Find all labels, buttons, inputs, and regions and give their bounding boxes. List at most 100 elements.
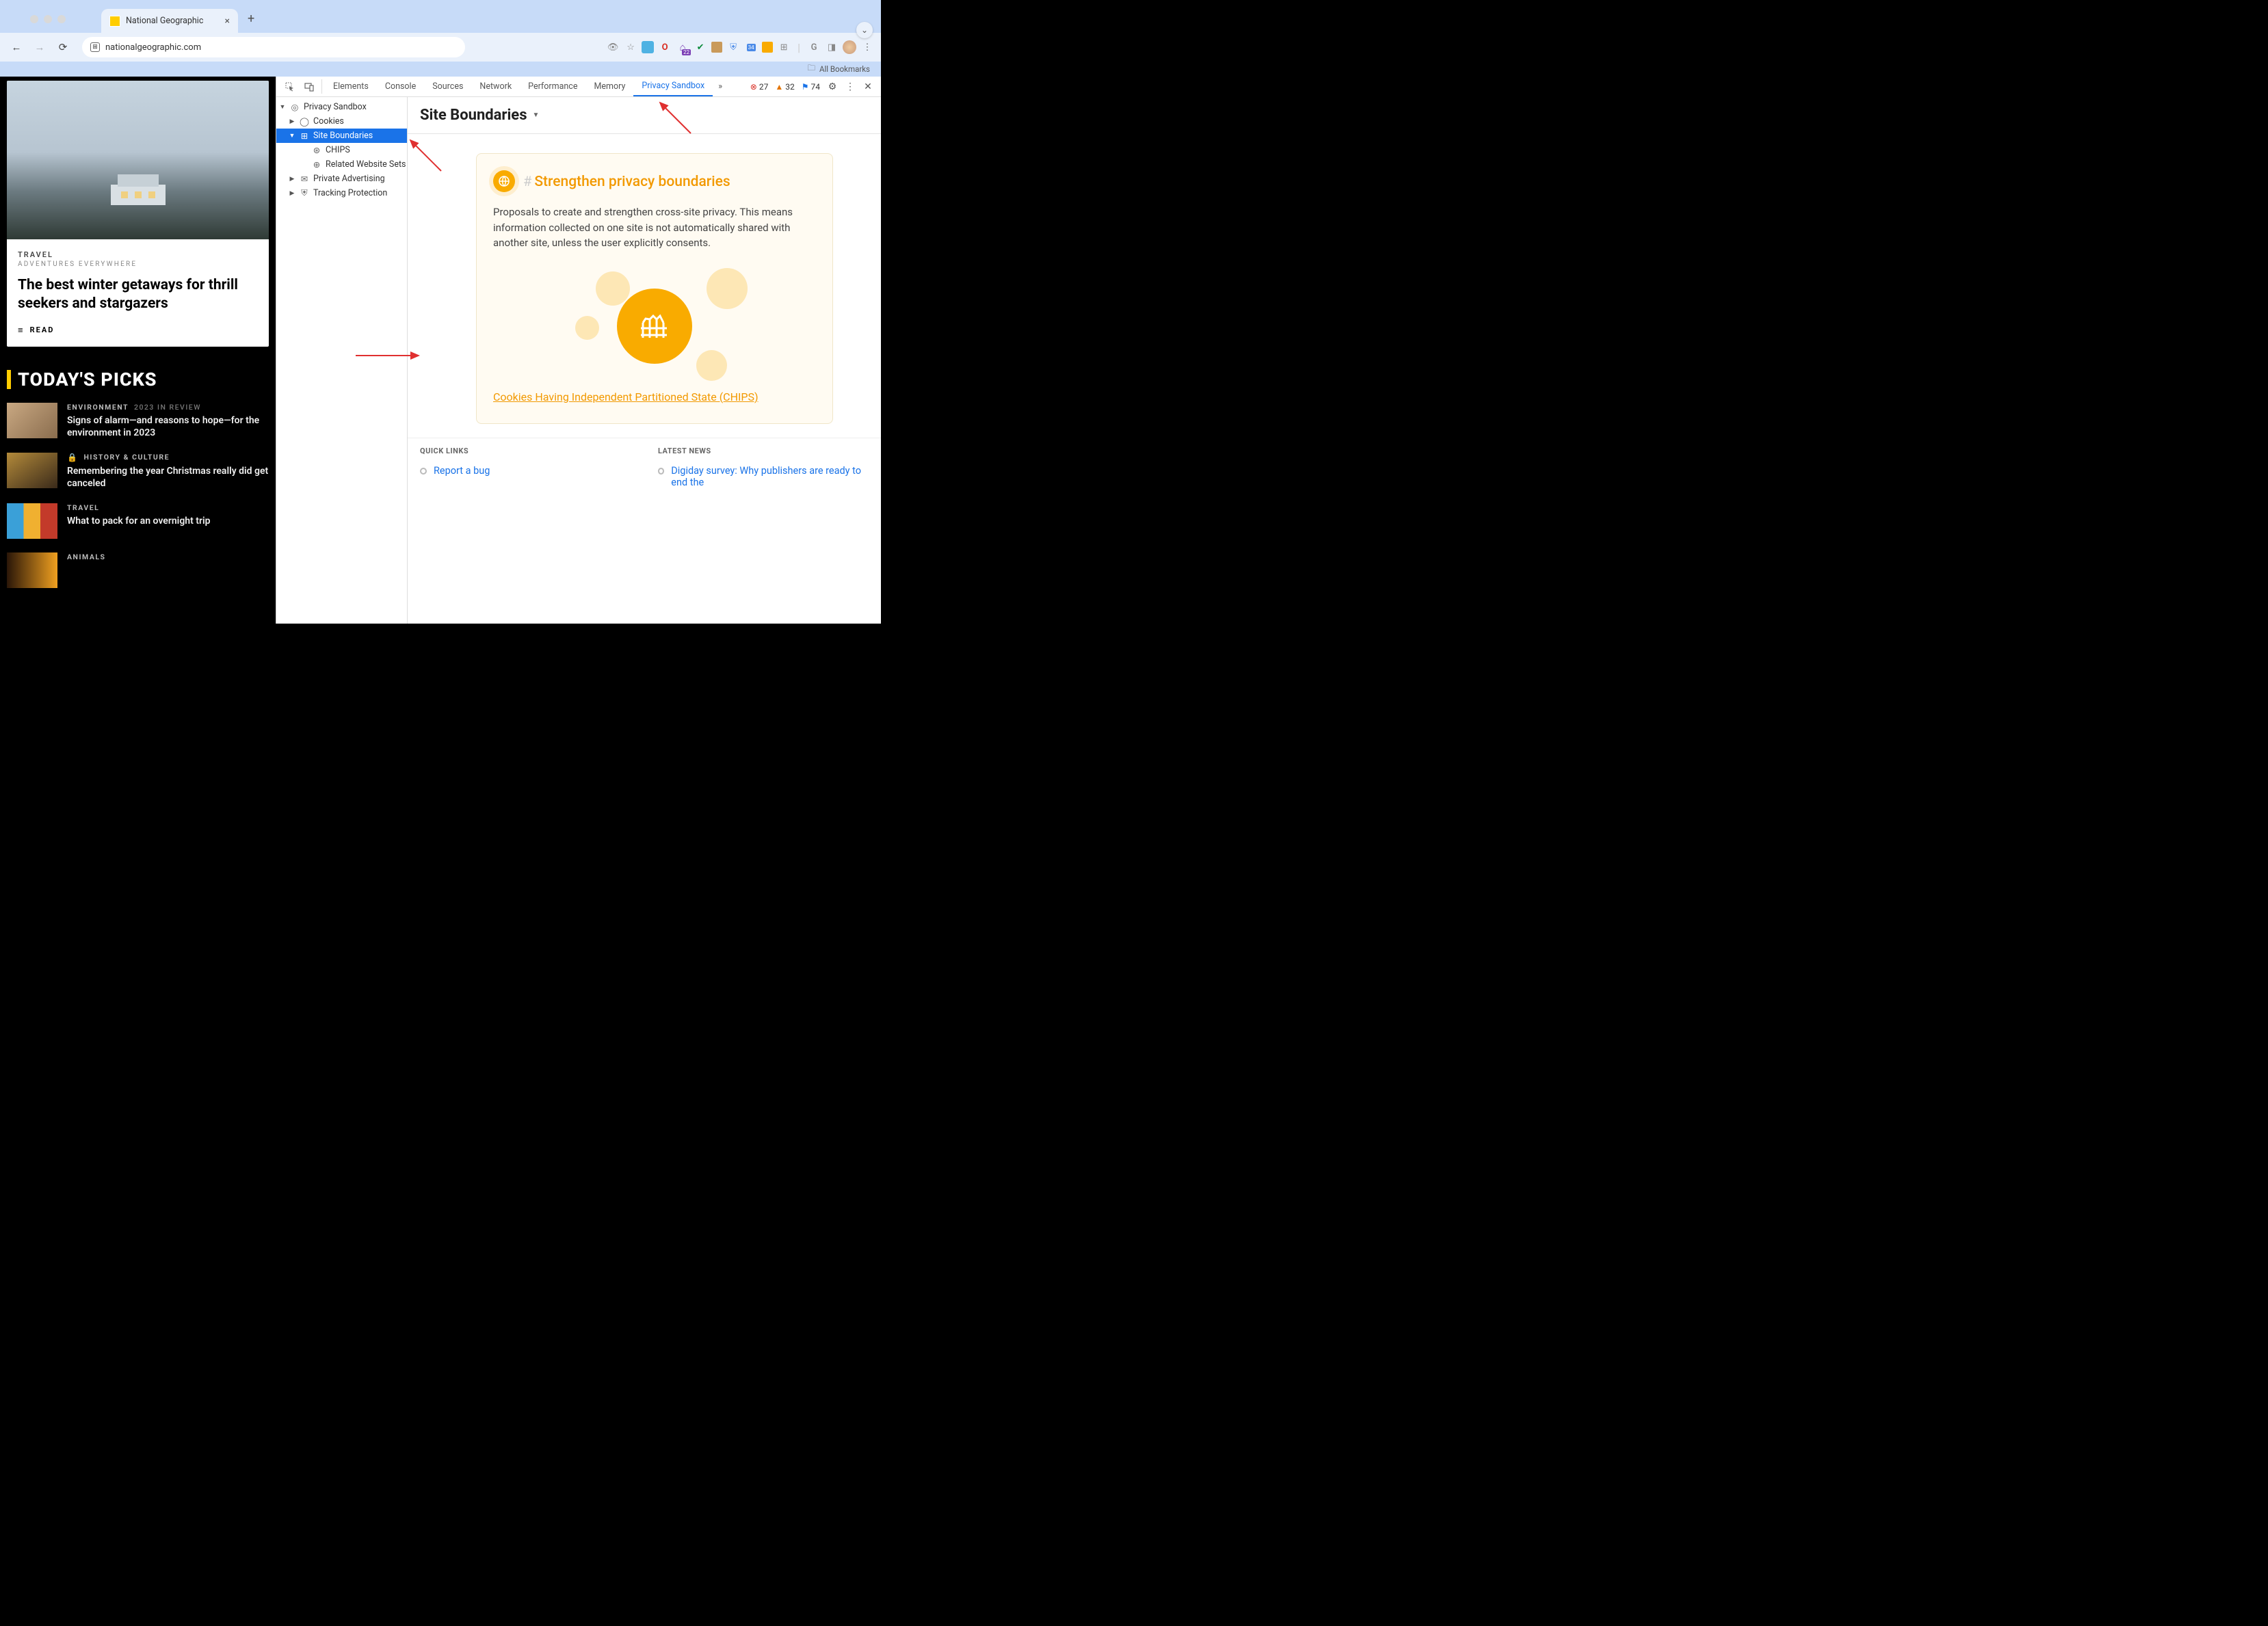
globe-icon [493,170,515,192]
bookmarks-bar: 🗀 All Bookmarks [0,62,881,77]
chips-icon: ⊛ [312,146,321,155]
reload-button[interactable]: ⟳ [53,38,72,57]
tree-item-chips[interactable]: ⊛CHIPS [276,143,407,157]
sandbox-icon: ◎ [290,103,300,112]
tree-item-cookies[interactable]: ▶◯Cookies [276,114,407,129]
extension-icon[interactable] [711,42,722,53]
more-tabs-button[interactable]: » [713,77,728,96]
devtools-tab-bar: ElementsConsoleSourcesNetworkPerformance… [276,77,881,97]
devtools-tab-elements[interactable]: Elements [325,77,377,96]
extensions-icon[interactable]: ⊞ [777,40,791,54]
extension-icon[interactable] [762,42,773,53]
pick-title: Signs of alarm—and reasons to hope—for t… [67,414,269,439]
devtools-detail-panel: Site Boundaries ▼ #Strengthen privacy bo… [408,97,881,624]
extension-icon[interactable]: ✔ [694,40,707,54]
devtools-tab-performance[interactable]: Performance [520,77,585,96]
extension-icon[interactable] [642,41,654,53]
pick-item[interactable]: TRAVEL What to pack for an overnight tri… [7,503,269,539]
quick-links-heading: QUICK LINKS [420,447,631,455]
url-text: nationalgeographic.com [105,42,201,53]
sidepanel-icon[interactable]: ◨ [825,40,839,54]
news-item[interactable]: Digiday survey: Why publishers are ready… [658,465,869,488]
picks-heading: TODAY'S PICKS [18,369,157,390]
new-tab-button[interactable]: + [248,12,254,26]
close-window-icon[interactable] [30,15,38,23]
pick-title: What to pack for an overnight trip [67,515,269,527]
address-bar[interactable]: ⊞ nationalgeographic.com [82,37,465,57]
lock-icon: 🔒 [67,453,78,462]
extension-icon[interactable]: ⌂22 [676,40,689,54]
pick-item[interactable]: ANIMALS [7,552,269,588]
kebab-menu-icon[interactable]: ⋮ [860,40,874,54]
devtools-tab-privacy-sandbox[interactable]: Privacy Sandbox [633,77,713,96]
pick-item[interactable]: ENVIRONMENT2023 IN REVIEW Signs of alarm… [7,403,269,439]
google-icon[interactable]: G [807,40,821,54]
browser-chrome: National Geographic × + ← → ⟳ ⊞ national… [0,0,881,77]
pick-thumbnail [7,453,57,488]
forward-button[interactable]: → [30,38,49,57]
chips-link[interactable]: Cookies Having Independent Partitioned S… [493,390,759,403]
pick-title: Remembering the year Christmas really di… [67,465,269,490]
close-tab-icon[interactable]: × [225,16,230,27]
tree-item-tracking-protection[interactable]: ▶⛨Tracking Protection [276,186,407,200]
minimize-window-icon[interactable] [44,15,52,23]
ad-icon: ✉ [300,174,309,184]
devtools-tab-console[interactable]: Console [377,77,424,96]
read-button[interactable]: READ [18,325,258,336]
all-bookmarks-link[interactable]: All Bookmarks [819,64,870,74]
extension-icon[interactable]: O [658,40,672,54]
latest-news-heading: LATEST NEWS [658,447,869,455]
inspect-icon[interactable] [280,77,300,96]
heading-dropdown-icon[interactable]: ▼ [533,111,540,119]
bullet-icon [658,468,664,475]
warning-count[interactable]: ▲32 [773,82,796,92]
issue-count[interactable]: ⚑74 [800,82,822,92]
error-count[interactable]: ⊗27 [748,82,771,92]
device-toggle-icon[interactable] [300,77,319,96]
bullet-icon [420,468,427,475]
close-devtools-icon[interactable]: ✕ [860,81,875,92]
pick-thumbnail [7,403,57,438]
tab-title: National Geographic [126,16,203,26]
card-body: Proposals to create and strengthen cross… [493,204,816,251]
devtools-tab-network[interactable]: Network [471,77,520,96]
kebab-menu-icon[interactable]: ⋮ [843,81,858,92]
extension-icon[interactable]: 34 [744,40,758,54]
devtools-panel: ElementsConsoleSourcesNetworkPerformance… [276,77,881,624]
detail-heading: Site Boundaries [420,107,527,124]
devtools-tab-sources[interactable]: Sources [424,77,471,96]
bounds-icon: ⊞ [300,131,309,141]
tab-strip: National Geographic × + [0,0,881,33]
pick-category: ANIMALS [67,552,269,561]
browser-tab[interactable]: National Geographic × [101,9,238,33]
tree-root[interactable]: ▼ ◎ Privacy Sandbox [276,100,407,114]
star-icon[interactable]: ☆ [624,40,637,54]
tree-item-site-boundaries[interactable]: ▼⊞Site Boundaries [276,129,407,143]
tab-favicon-icon [109,16,120,27]
accent-bar-icon [7,370,11,389]
site-info-icon[interactable]: ⊞ [90,42,100,52]
todays-picks-section: TODAY'S PICKS ENVIRONMENT2023 IN REVIEW … [7,369,269,589]
hero-image [7,81,269,239]
back-button[interactable]: ← [7,38,26,57]
tree-item-private-advertising[interactable]: ▶✉Private Advertising [276,172,407,186]
hero-eyebrow: TRAVEL [18,250,258,259]
settings-icon[interactable]: ⚙ [825,81,840,92]
profile-avatar[interactable] [843,40,856,54]
maximize-window-icon[interactable] [57,15,66,23]
cookie-icon: ◯ [300,117,309,126]
folder-icon: 🗀 [807,63,815,76]
extension-icon[interactable]: ⛨ [726,40,740,54]
info-card: #Strengthen privacy boundaries Proposals… [476,153,833,424]
pick-category: ENVIRONMENT2023 IN REVIEW [67,403,269,412]
shield-icon: ⛨ [300,189,309,198]
sets-icon: ⊕ [312,160,321,170]
tab-overflow-button[interactable]: ⌄ [856,22,873,38]
eye-off-icon[interactable]: 👁 [606,40,620,54]
quick-link-item[interactable]: Report a bug [420,465,631,477]
tree-item-related-website-sets[interactable]: ⊕Related Website Sets [276,157,407,172]
pick-item[interactable]: 🔒HISTORY & CULTURE Remembering the year … [7,453,269,490]
devtools-tab-memory[interactable]: Memory [585,77,633,96]
hero-card[interactable]: TRAVEL ADVENTURES EVERYWHERE The best wi… [7,81,269,347]
house-illustration-icon [97,168,179,209]
